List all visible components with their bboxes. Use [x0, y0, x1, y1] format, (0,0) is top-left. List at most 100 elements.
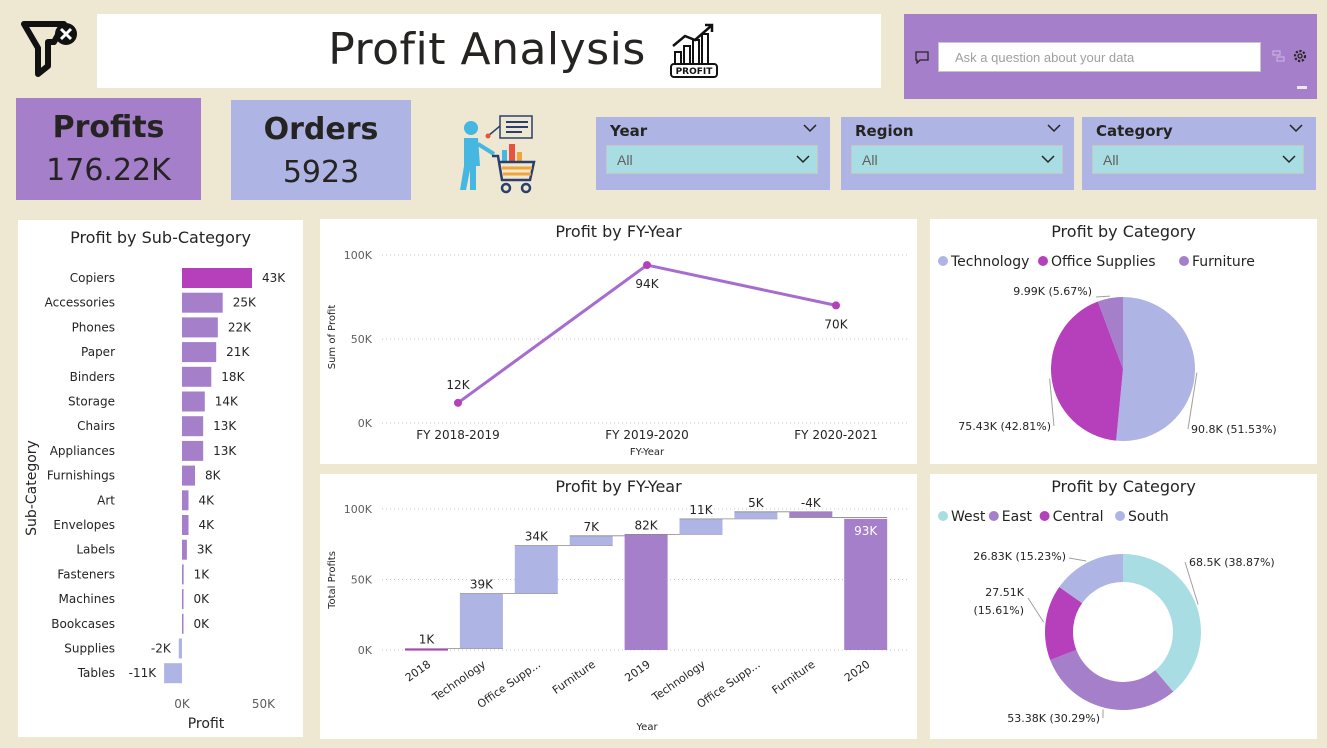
y-tick-label: 50K	[351, 574, 373, 587]
legend-label: Furniture	[1192, 254, 1255, 270]
legend-marker	[938, 511, 948, 521]
leader-line	[1068, 557, 1087, 562]
data-label: 4K	[199, 518, 216, 532]
kpi-profits: Profits 176.22K	[16, 98, 201, 200]
slicer-region: Region All	[841, 117, 1074, 190]
data-label: 9.99K (5.67%)	[1013, 285, 1092, 298]
legend-label: Technology	[950, 254, 1029, 270]
data-label: 11K	[689, 503, 713, 517]
slicer-category-dropdown[interactable]: All	[1092, 145, 1304, 174]
category-label: Storage	[68, 395, 115, 409]
bar	[514, 545, 558, 594]
leader-line	[1027, 597, 1045, 623]
data-label: 1K	[419, 633, 436, 647]
bar	[182, 292, 223, 313]
data-label: 27.51K	[985, 586, 1024, 599]
slicer-year-dropdown[interactable]: All	[606, 145, 818, 174]
category-pie-chart-svg: Technology Office Supplies Furniture 90.8K …	[938, 254, 1277, 441]
category-label: Fasteners	[57, 567, 115, 581]
category-label: Binders	[70, 370, 115, 384]
legend-marker	[1179, 256, 1189, 266]
category-label: Furnishings	[47, 469, 115, 483]
x-tick-label: FY 2018-2019	[416, 428, 499, 442]
x-tick-label: 50K	[252, 697, 276, 711]
x-axis-title: Profit	[188, 716, 225, 732]
shopping-cart-icon	[460, 115, 536, 194]
category-label: Chairs	[77, 419, 115, 433]
bar	[182, 539, 187, 560]
data-label: 14K	[215, 395, 239, 409]
x-tick-label: FY 2020-2021	[794, 428, 877, 442]
data-label: 26.83K (15.23%)	[973, 550, 1066, 563]
gear-icon[interactable]	[1292, 48, 1308, 64]
x-axis-title: Year	[635, 722, 658, 733]
legend-marker	[1039, 511, 1050, 521]
slicer-category: Category All	[1082, 117, 1316, 190]
category-label: Appliances	[50, 444, 115, 458]
slicer-category-value: All	[1103, 152, 1119, 168]
bar	[178, 638, 182, 659]
data-label: -11K	[129, 666, 158, 680]
category-label: Supplies	[64, 642, 115, 656]
qa-input[interactable]: Ask a question about your data	[938, 42, 1261, 72]
data-label: 3K	[197, 543, 214, 557]
kpi-orders-label: Orders	[263, 112, 379, 147]
data-label: 1K	[194, 567, 211, 581]
chevron-down-icon	[1041, 155, 1055, 164]
leader-line	[1095, 295, 1110, 298]
kpi-orders: Orders 5923	[231, 100, 411, 200]
slicer-region-label: Region	[855, 122, 914, 140]
legend-label: East	[1002, 509, 1033, 525]
y-tick-label: 0K	[358, 417, 373, 430]
fy-waterfall-chart: Profit by FY-Year 0K 50K 100K 1K 2018 39K Tech…	[320, 474, 917, 739]
data-label: 43K	[262, 271, 286, 285]
profit-chart-icon: PROFIT	[669, 22, 721, 80]
x-tick-label: Furniture	[550, 658, 598, 697]
minimize-icon[interactable]	[1297, 86, 1307, 89]
share-icon[interactable]	[1271, 48, 1287, 64]
slicer-region-dropdown[interactable]: All	[851, 145, 1063, 174]
app-logo	[20, 18, 84, 78]
data-label: 5K	[748, 496, 765, 510]
y-tick-label: 0K	[358, 644, 373, 657]
data-label: 7K	[583, 520, 600, 534]
legend-marker	[988, 511, 999, 521]
data-label: 25K	[233, 296, 257, 310]
title-banner: Profit Analysis PROFIT	[97, 14, 881, 88]
bar	[182, 564, 184, 585]
fy-waterfall-chart-svg: 0K50K100K1K201839KTechnology34KOffice Su…	[327, 496, 910, 733]
data-label: 90.8K (51.53%)	[1191, 423, 1277, 436]
bar	[624, 534, 668, 650]
bar	[182, 589, 184, 610]
category-label: Bookcases	[51, 617, 115, 631]
category-label: Art	[97, 493, 115, 507]
x-tick-label: 2020	[842, 658, 872, 685]
data-label: 13K	[213, 444, 237, 458]
chevron-down-icon[interactable]	[1046, 123, 1062, 133]
category-label: Labels	[76, 543, 115, 557]
slicer-year-value: All	[617, 152, 633, 168]
y-tick-label: 100K	[344, 249, 373, 262]
legend-marker	[1038, 256, 1048, 266]
bar	[182, 416, 204, 437]
data-label: 39K	[470, 578, 494, 592]
data-label: 82K	[635, 518, 659, 532]
chevron-down-icon[interactable]	[802, 123, 818, 133]
bar	[844, 518, 888, 650]
data-label: (15.61%)	[973, 604, 1024, 617]
pie-slice	[1116, 297, 1195, 441]
data-label: 53.38K (30.29%)	[1007, 712, 1100, 725]
chat-icon[interactable]	[914, 50, 930, 64]
data-label: -4K	[801, 496, 822, 510]
data-label: 0K	[194, 617, 211, 631]
bar	[459, 593, 503, 649]
x-tick-label: FY 2019-2020	[605, 428, 688, 442]
category-label: Tables	[77, 666, 115, 680]
slicer-year: Year All	[596, 117, 830, 190]
legend-label: Office Supplies	[1051, 254, 1156, 270]
region-donut-chart-svg: West East Central South 68.5K (38.87%) 53.38K…	[938, 509, 1275, 725]
data-label: 12K	[446, 378, 470, 392]
chevron-down-icon[interactable]	[1288, 123, 1304, 133]
category-label: Copiers	[70, 271, 115, 285]
page-title: Profit Analysis	[328, 24, 646, 75]
